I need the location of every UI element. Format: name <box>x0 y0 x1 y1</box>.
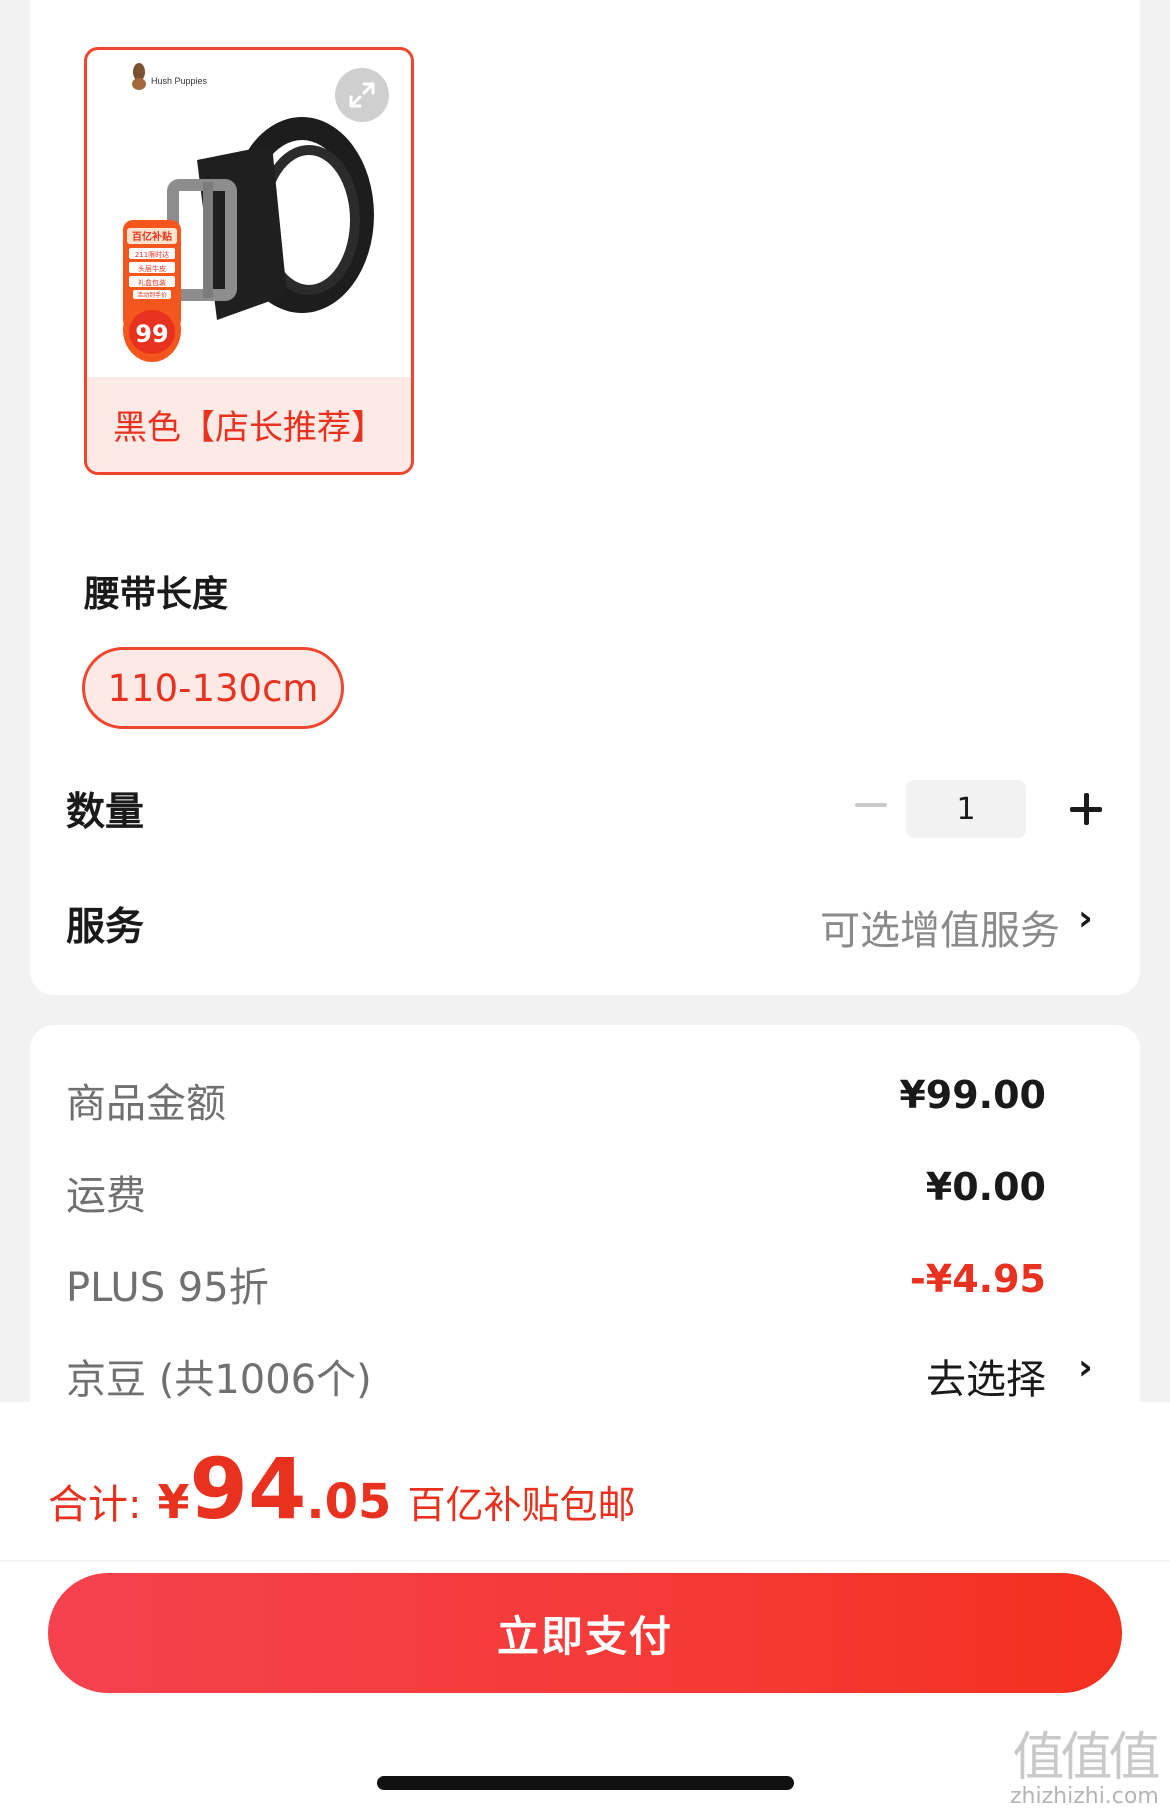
watermark-mark: 值值值 <box>1012 1728 1160 1788</box>
total-integer: 94 <box>189 1440 307 1538</box>
jingdou-select[interactable]: 去选择 <box>926 1347 1046 1405</box>
length-section-title: 腰带长度 <box>84 574 229 615</box>
home-indicator[interactable] <box>377 1776 794 1790</box>
brand-logo <box>132 63 146 90</box>
plus-discount-label: PLUS 95折 <box>66 1265 269 1311</box>
service-value[interactable]: 可选增值服务 <box>820 898 1060 956</box>
sku-card: Hush Puppies 百亿补贴 211限时达 头层牛皮 礼盒包装 活动到手价… <box>30 0 1140 995</box>
badge-line-1: 211限时达 <box>135 250 169 259</box>
goods-amount-value: ¥99.00 <box>899 1073 1046 1117</box>
size-option-chip[interactable]: 110-130cm <box>82 647 344 729</box>
quantity-label: 数量 <box>66 790 145 835</box>
watermark-site: zhizhizhi.com <box>1010 1784 1159 1809</box>
subsidy-badge: 百亿补贴 211限时达 头层牛皮 礼盒包装 活动到手价 99 <box>123 220 181 362</box>
price-card: 商品金额 ¥99.00 运费 ¥0.00 PLUS 95折 -¥4.95 京豆 … <box>30 1025 1140 1405</box>
minus-icon <box>855 803 887 807</box>
badge-line-4: 活动到手价 <box>137 291 167 299</box>
goods-amount-label: 商品金额 <box>66 1081 226 1127</box>
quantity-input[interactable]: 1 <box>906 780 1026 838</box>
total-currency: ¥ <box>157 1475 190 1529</box>
expand-icon[interactable] <box>335 68 389 122</box>
badge-line-3: 礼盒包装 <box>138 278 166 287</box>
total-note: 百亿补贴包邮 <box>407 1483 636 1527</box>
shipping-value: ¥0.00 <box>925 1165 1046 1209</box>
quantity-decrease-button[interactable] <box>850 784 892 826</box>
badge-price: 99 <box>135 320 168 348</box>
watermark: 值值值 zhizhizhi.com <box>1010 1728 1160 1809</box>
jingdou-chevron-icon[interactable]: › <box>1078 1347 1093 1388</box>
total-row: 合计: ¥ 94 .05 百亿补贴包邮 <box>48 1440 635 1538</box>
service-label: 服务 <box>66 905 145 950</box>
divider <box>0 1560 1170 1562</box>
total-decimal: .05 <box>306 1474 392 1530</box>
service-chevron-icon[interactable]: › <box>1078 898 1093 939</box>
jingdou-label: 京豆 (共1006个) <box>66 1357 372 1403</box>
pay-now-button[interactable]: 立即支付 <box>48 1573 1122 1693</box>
shipping-label: 运费 <box>66 1173 146 1219</box>
brand-text: Hush Puppies <box>151 76 208 86</box>
quantity-increase-button[interactable] <box>1064 787 1108 831</box>
sku-color-label: 黑色【店长推荐】 <box>87 377 411 472</box>
badge-title: 百亿补贴 <box>132 230 172 243</box>
badge-line-2: 头层牛皮 <box>138 264 166 273</box>
sku-option-black[interactable]: Hush Puppies 百亿补贴 211限时达 头层牛皮 礼盒包装 活动到手价… <box>84 47 414 475</box>
plus-discount-value: -¥4.95 <box>910 1257 1046 1301</box>
order-confirm-page: Hush Puppies 百亿补贴 211限时达 头层牛皮 礼盒包装 活动到手价… <box>0 0 1170 1815</box>
total-label: 合计: <box>48 1482 142 1528</box>
